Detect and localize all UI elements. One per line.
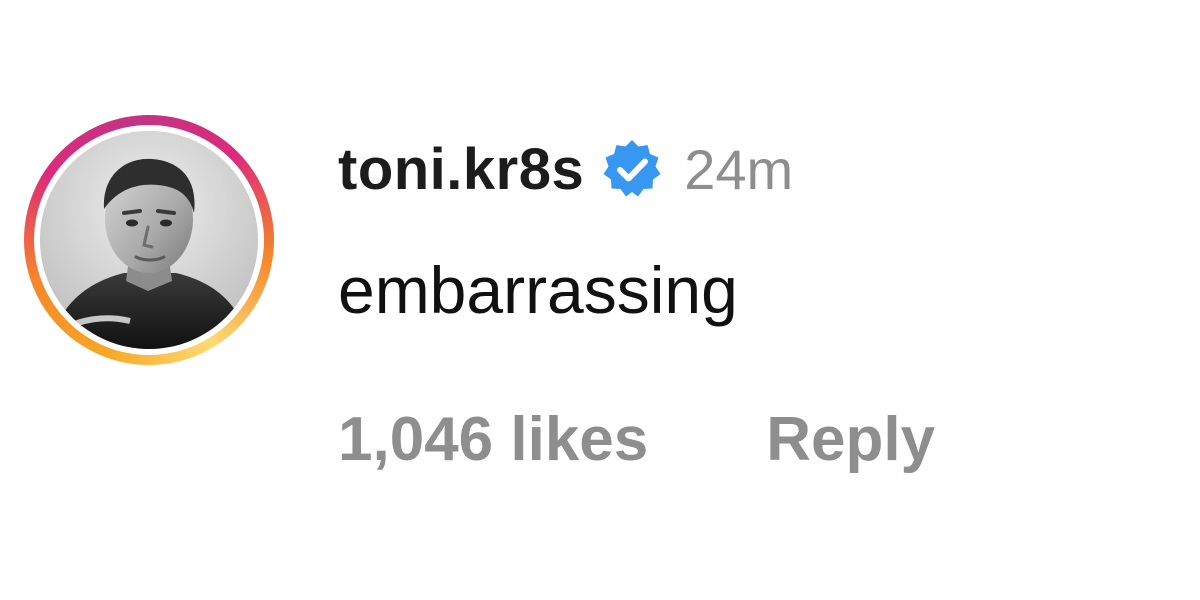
avatar[interactable] [40, 131, 258, 349]
top-margin [0, 0, 1200, 112]
story-ring[interactable] [24, 115, 274, 365]
comment-text: embarrassing [338, 253, 738, 327]
reply-button[interactable]: Reply [766, 404, 935, 475]
comment-header: toni.kr8s 24m [338, 134, 793, 204]
likes-count-link[interactable]: 1,046 likes [338, 404, 648, 475]
avatar-photo-icon [40, 131, 258, 349]
instagram-comment-screen: toni.kr8s 24m embarrassing 1,046 likes R… [0, 0, 1200, 600]
avatar-gap [34, 125, 264, 355]
comment-actions: 1,046 likes Reply [338, 404, 935, 475]
verified-badge-icon [600, 137, 664, 201]
comment-timestamp: 24m [684, 137, 794, 201]
bottom-margin [0, 488, 1200, 600]
username-link[interactable]: toni.kr8s [338, 136, 584, 203]
